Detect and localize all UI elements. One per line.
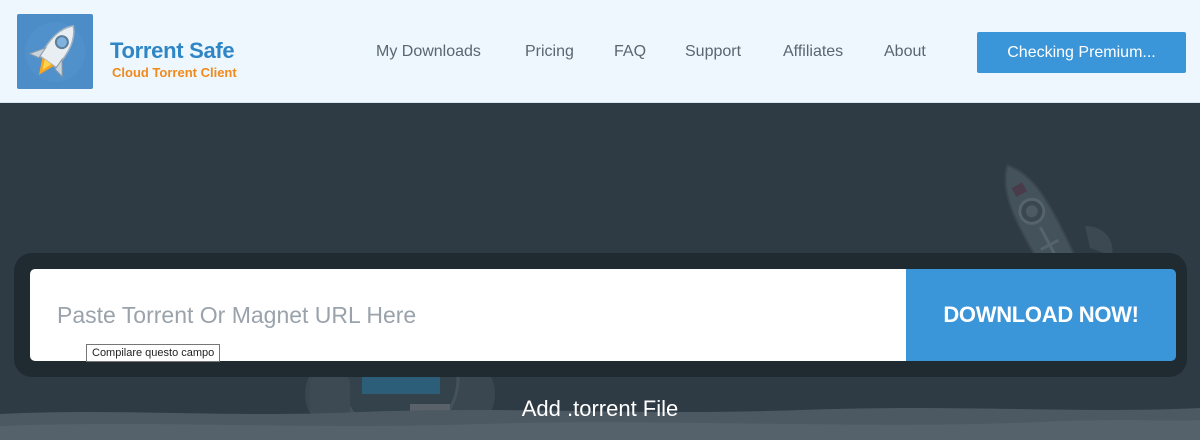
add-torrent-file-link[interactable]: Add .torrent File xyxy=(0,396,1200,422)
nav-support[interactable]: Support xyxy=(685,43,741,61)
nav-affiliates[interactable]: Affiliates xyxy=(783,43,843,61)
nav-faq[interactable]: FAQ xyxy=(614,43,646,61)
brand-title[interactable]: Torrent Safe xyxy=(110,38,235,64)
logo[interactable] xyxy=(17,14,93,89)
site-header: Torrent Safe Cloud Torrent Client My Dow… xyxy=(0,0,1200,103)
nav-my-downloads[interactable]: My Downloads xyxy=(376,43,481,61)
nav-about[interactable]: About xyxy=(884,43,926,61)
rocket-icon xyxy=(25,22,85,82)
validation-tooltip: Compilare questo campo xyxy=(86,344,221,362)
nav-pricing[interactable]: Pricing xyxy=(525,43,574,61)
download-now-button[interactable]: DOWNLOAD NOW! xyxy=(906,269,1176,361)
premium-button[interactable]: Checking Premium... xyxy=(977,32,1186,73)
brand-subtitle: Cloud Torrent Client xyxy=(112,65,237,80)
